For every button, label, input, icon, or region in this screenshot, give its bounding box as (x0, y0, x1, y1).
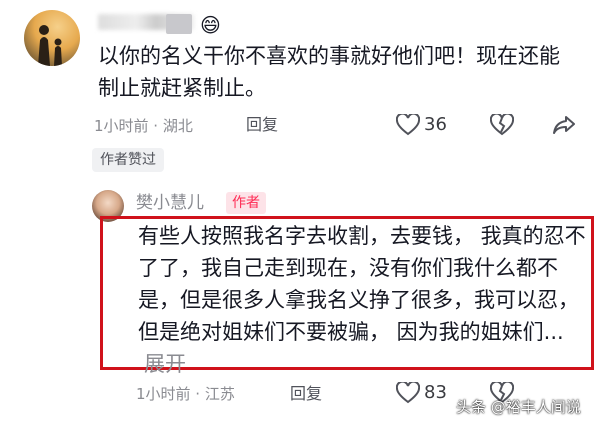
like-icon[interactable] (396, 114, 420, 136)
author-tag: 作者 (226, 192, 266, 214)
reply-comment-body: 有些人按照我名字去收割，去要钱， 我真的忍不了了，我自己走到现在，没有你们我什么… (138, 224, 586, 344)
comment-text: 以你的名义干你不喜欢的事就好他们吧！现在还能制止就赶紧制止。 (98, 44, 560, 100)
watermark: 头条 @裕丰人间说 (456, 398, 581, 416)
reply-comment-text: 有些人按照我名字去收割，去要钱， 我真的忍不了了，我自己走到现在，没有你们我什么… (138, 220, 588, 380)
reply-time-location: 1小时前 · 江苏 (136, 385, 235, 403)
author-liked-tag: 作者赞过 (92, 148, 164, 172)
dislike-icon[interactable] (490, 114, 514, 136)
avatar-silhouette-icon (38, 25, 62, 66)
reply-button[interactable]: 回复 (246, 115, 278, 135)
emoji-icon: 😄 (200, 13, 221, 37)
commenter-badge-blurred (166, 14, 192, 34)
share-icon[interactable] (552, 115, 576, 135)
like-count: 83 (424, 382, 447, 403)
like-icon[interactable] (396, 382, 420, 404)
commenter-avatar[interactable] (24, 10, 80, 66)
comment-time-location: 1小时前 · 湖北 (94, 117, 193, 135)
author-username[interactable]: 樊小慧儿 (136, 192, 204, 214)
reply-button[interactable]: 回复 (290, 384, 322, 404)
expand-link[interactable]: 展开 (144, 352, 186, 376)
like-count: 36 (424, 114, 447, 135)
